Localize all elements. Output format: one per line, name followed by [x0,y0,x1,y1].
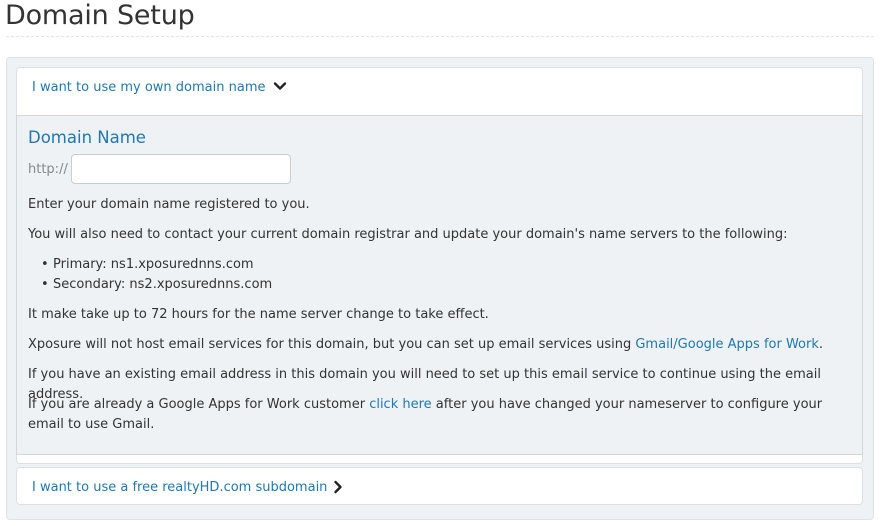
email-notice-text: Xposure will not host email services for… [28,337,636,352]
email-notice-end: . [818,337,824,352]
intro-text: Enter your domain name registered to you… [28,197,310,212]
chevron-right-icon [334,480,342,494]
own-domain-header-label: I want to use my own domain name [32,80,266,95]
chevron-down-icon [273,82,287,90]
primary-nameserver: Primary: ns1.xposurednns.com [41,255,272,275]
domain-name-heading: Domain Name [28,128,146,147]
nameserver-list: Primary: ns1.xposurednns.com Secondary: … [41,255,272,295]
own-domain-accordion-body: Domain Name http:// Enter your domain na… [16,115,863,455]
domain-name-input[interactable] [71,154,291,184]
subdomain-header-label: I want to use a free realtyHD.com subdom… [32,480,328,495]
url-prefix: http:// [28,162,68,177]
own-domain-accordion-header[interactable]: I want to use my own domain name [16,67,863,115]
click-here-link[interactable]: click here [369,397,431,412]
google-apps-customer-notice: If you are already a Google Apps for Wor… [28,395,838,435]
title-divider [6,36,874,37]
customer-notice-text: If you are already a Google Apps for Wor… [28,397,370,412]
registrar-instructions: You will also need to contact your curre… [28,227,788,242]
own-domain-accordion-footer [16,455,863,464]
page-title: Domain Setup [5,0,195,31]
propagation-notice: It make take up to 72 hours for the name… [28,307,489,322]
subdomain-accordion-header[interactable]: I want to use a free realtyHD.com subdom… [16,467,863,505]
secondary-nameserver: Secondary: ns2.xposurednns.com [41,275,272,295]
email-hosting-notice: Xposure will not host email services for… [28,335,823,355]
gmail-google-apps-link[interactable]: Gmail/Google Apps for Work [635,337,819,352]
